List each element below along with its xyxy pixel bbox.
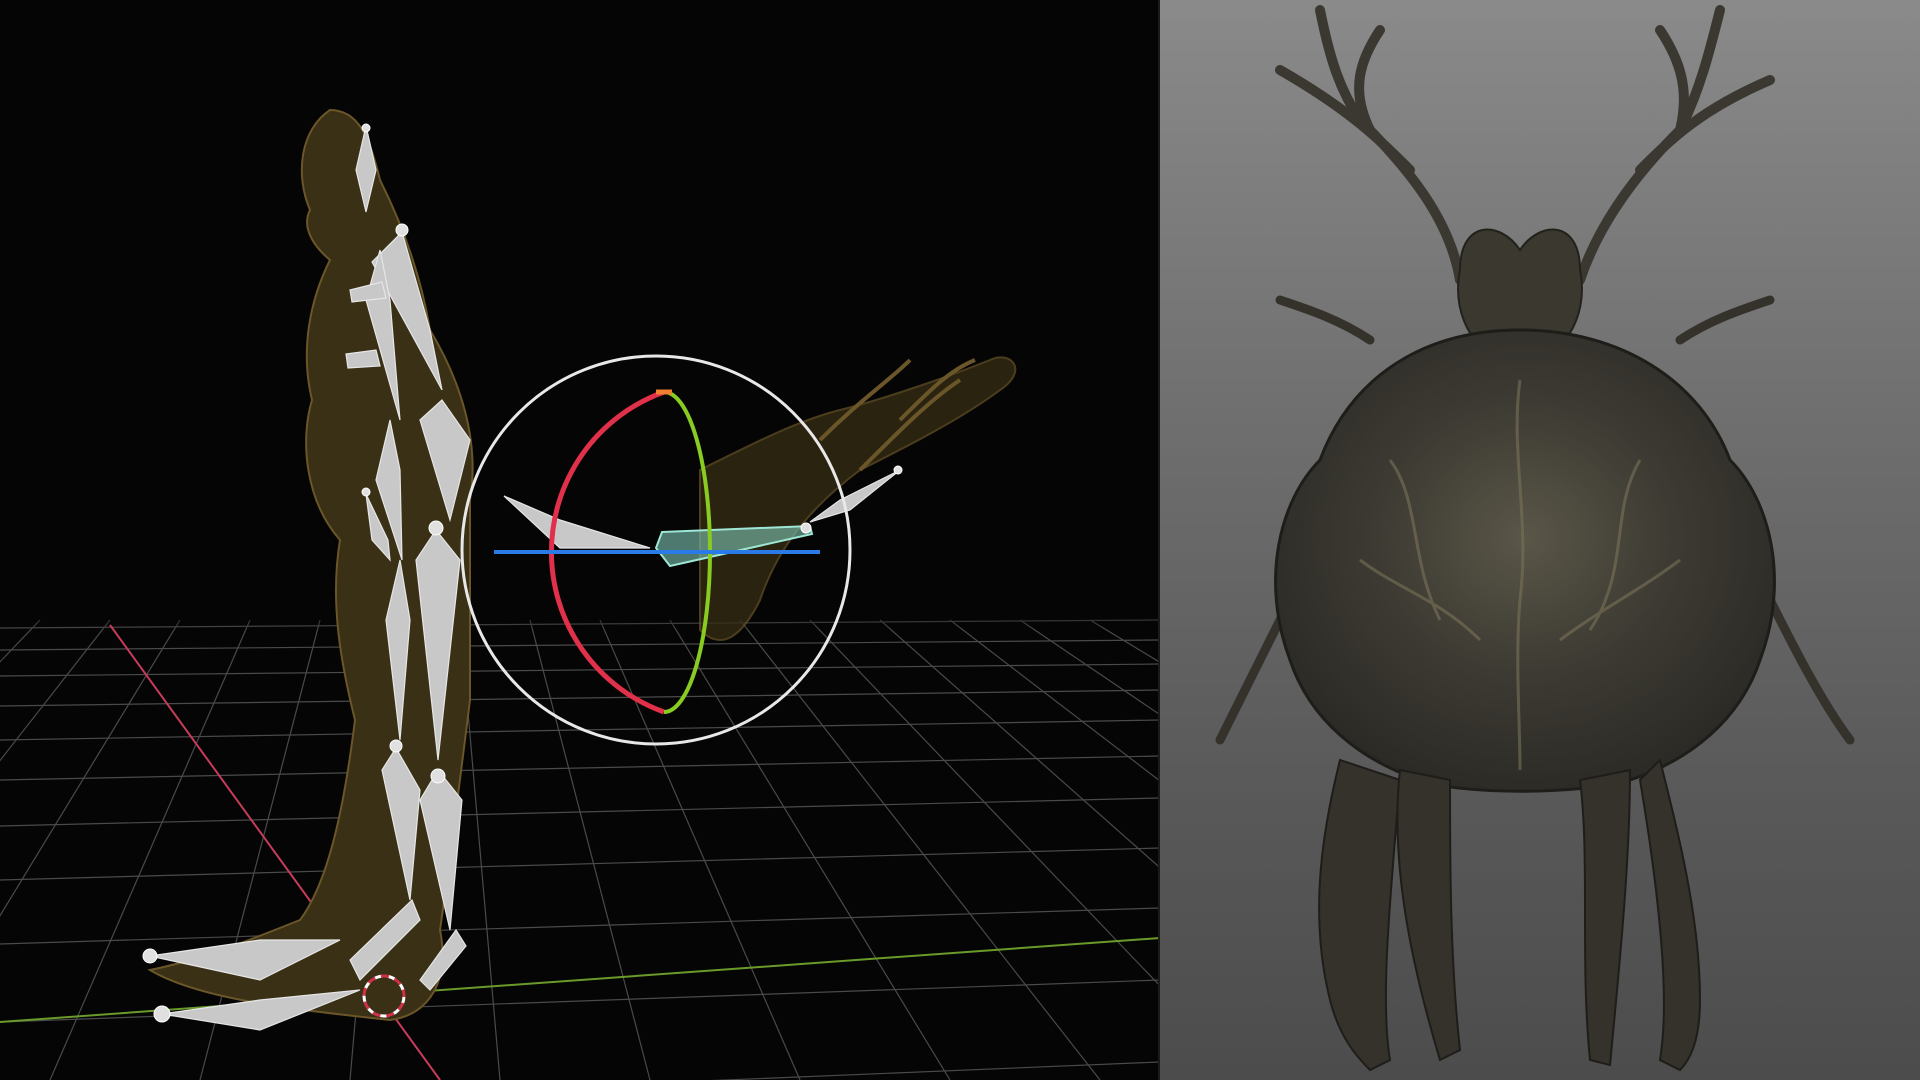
creature-model-icon[interactable] (1160, 0, 1920, 1080)
creature-body (1274, 328, 1776, 793)
horizon-fade (0, 600, 1160, 720)
creature-legs (1318, 758, 1702, 1072)
rigging-viewport[interactable] (0, 0, 1160, 1080)
creature-antlers (1275, 5, 1775, 285)
creature-mesh-side[interactable] (147, 108, 1017, 1022)
armature-rig[interactable] (149, 125, 901, 1031)
bone-joints (142, 123, 903, 1023)
bone-forearm (503, 495, 651, 549)
rigging-viewport-canvas[interactable] (0, 0, 1160, 1080)
app-frame (0, 0, 1920, 1080)
model-preview-viewport[interactable] (1160, 0, 1920, 1080)
